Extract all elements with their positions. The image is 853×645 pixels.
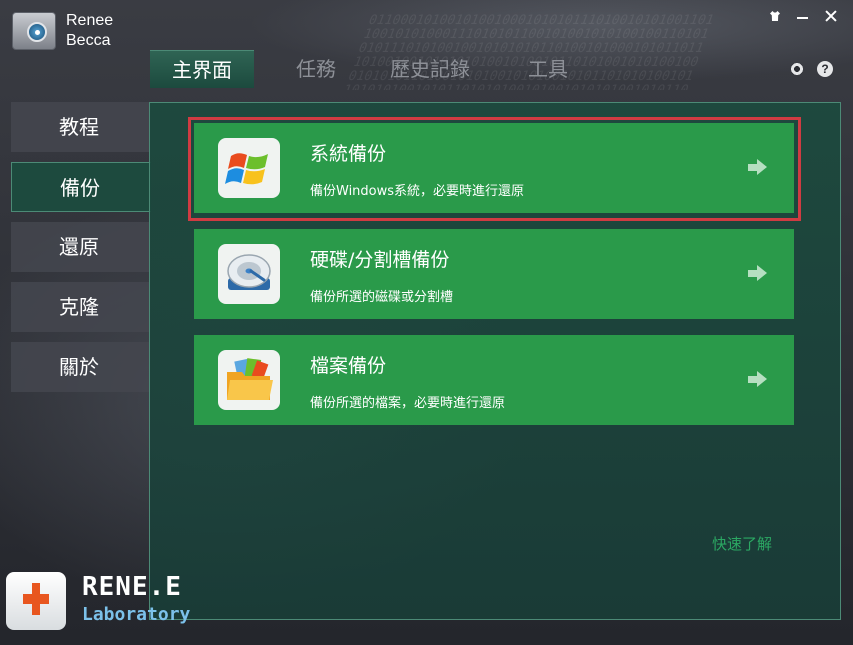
footer-logo: RENE.E Laboratory [6, 572, 206, 632]
close-icon[interactable] [823, 8, 839, 24]
tab-main[interactable]: 主界面 [150, 50, 254, 88]
arrow-right-icon [748, 371, 768, 387]
system-backup-card[interactable]: 系統備份 備份Windows系統，必要時進行還原 [194, 123, 794, 213]
sidebar-item-about[interactable]: 關於 [11, 342, 150, 392]
file-backup-card[interactable]: 檔案備份 備份所選的檔案，必要時進行還原 [194, 335, 794, 425]
brand-sub: Laboratory [82, 604, 191, 625]
quick-learn-link[interactable]: 快速了解 [712, 533, 772, 554]
app-window: 0110001010010100100010101011101001010100… [0, 0, 853, 645]
sidebar: 教程 備份 還原 克隆 關於 [11, 102, 151, 402]
safe-icon [12, 12, 56, 50]
shirt-icon[interactable] [767, 8, 783, 24]
help-icon[interactable]: ? [817, 61, 833, 77]
sidebar-item-backup[interactable]: 備份 [11, 162, 151, 212]
brand-name: RENE.E [82, 572, 182, 602]
tab-tools[interactable]: 工具 [506, 50, 590, 88]
arrow-right-icon [748, 159, 768, 175]
first-aid-kit-icon [6, 572, 66, 630]
app-name-line2: Becca [66, 32, 111, 49]
sidebar-item-clone[interactable]: 克隆 [11, 282, 150, 332]
sidebar-item-tutorial[interactable]: 教程 [11, 102, 150, 152]
card-description: 備份所選的磁碟或分割槽 [310, 290, 454, 305]
main-tabs: 主界面 任務 歷史記錄 工具 [150, 50, 590, 88]
tab-history[interactable]: 歷史記錄 [368, 50, 492, 88]
card-description: 備份Windows系統，必要時進行還原 [310, 184, 525, 199]
window-controls [767, 8, 839, 24]
top-icons: ? [789, 61, 833, 77]
gear-icon[interactable] [789, 61, 805, 77]
card-title: 硬碟/分割槽備份 [310, 249, 450, 271]
app-name: Renee Becca [66, 11, 113, 51]
folder-icon [218, 350, 280, 410]
sidebar-item-restore[interactable]: 還原 [11, 222, 150, 272]
card-description: 備份所選的檔案，必要時進行還原 [310, 396, 506, 411]
backup-panel: 系統備份 備份Windows系統，必要時進行還原 硬碟/分割槽備份 備份所選的磁… [149, 102, 841, 620]
tab-tasks[interactable]: 任務 [274, 50, 358, 88]
hard-disk-icon [218, 244, 280, 304]
card-title: 系統備份 [310, 143, 387, 165]
arrow-right-icon [748, 265, 768, 281]
app-name-line1: Renee [66, 12, 114, 29]
minimize-icon[interactable] [795, 8, 811, 24]
card-title: 檔案備份 [310, 355, 387, 377]
disk-partition-backup-card[interactable]: 硬碟/分割槽備份 備份所選的磁碟或分割槽 [194, 229, 794, 319]
windows-logo-icon [218, 138, 280, 198]
